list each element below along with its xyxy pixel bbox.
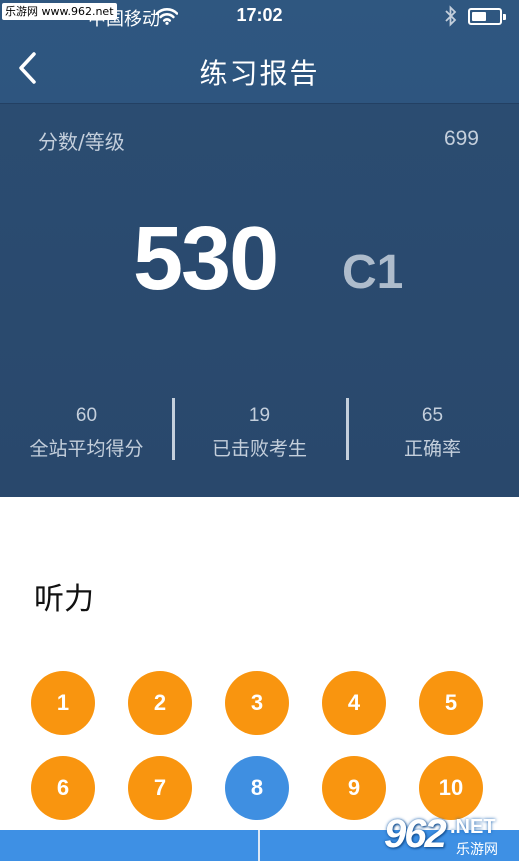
question-button-7[interactable]: 7 bbox=[128, 756, 192, 820]
nav-bar: 练习报告 bbox=[0, 34, 519, 104]
stat-value: 19 bbox=[248, 405, 271, 426]
question-button-8[interactable]: 8 bbox=[225, 756, 289, 820]
question-button-1[interactable]: 1 bbox=[31, 671, 95, 735]
question-button-10[interactable]: 10 bbox=[419, 756, 483, 820]
stat-average: 60 全站平均得分 bbox=[0, 404, 173, 461]
question-button-6[interactable]: 6 bbox=[31, 756, 95, 820]
grade-value: C1 bbox=[342, 246, 404, 299]
stat-value: 60 bbox=[75, 405, 98, 426]
stat-accuracy: 65 正确率 bbox=[346, 404, 519, 461]
logo-name: 乐游网 bbox=[456, 842, 498, 858]
page-title: 练习报告 bbox=[199, 57, 320, 90]
score-grade-label: 分数/等级 bbox=[38, 130, 125, 154]
stat-value: 65 bbox=[421, 405, 444, 426]
question-button-3[interactable]: 3 bbox=[225, 671, 289, 735]
score-value: 530 bbox=[133, 209, 279, 309]
question-button-5[interactable]: 5 bbox=[419, 671, 483, 735]
bluetooth-icon bbox=[444, 5, 458, 32]
battery-icon bbox=[468, 8, 506, 25]
logo-suffix: .NET bbox=[450, 816, 496, 838]
status-time: 17:02 bbox=[236, 5, 283, 25]
stat-label: 正确率 bbox=[403, 438, 461, 460]
stat-beaten: 19 已击败考生 bbox=[173, 404, 346, 461]
question-button-9[interactable]: 9 bbox=[322, 756, 386, 820]
status-bar: 中国移动 乐游网 www.962.net 17:02 bbox=[0, 0, 519, 34]
question-button-4[interactable]: 4 bbox=[322, 671, 386, 735]
question-button-2[interactable]: 2 bbox=[128, 671, 192, 735]
bottom-bar-divider bbox=[258, 830, 260, 861]
site-logo: 962 .NET 乐游网 bbox=[380, 812, 512, 860]
report-header: 中国移动 乐游网 www.962.net 17:02 练习报告 分数/等级 69… bbox=[0, 0, 519, 497]
logo-number: 962 bbox=[384, 812, 447, 856]
total-score: 699 bbox=[443, 127, 479, 150]
nav-divider bbox=[0, 103, 519, 104]
section-title: 听力 bbox=[34, 582, 94, 617]
stat-label: 已击败考生 bbox=[211, 438, 307, 460]
stat-label: 全站平均得分 bbox=[29, 438, 144, 460]
